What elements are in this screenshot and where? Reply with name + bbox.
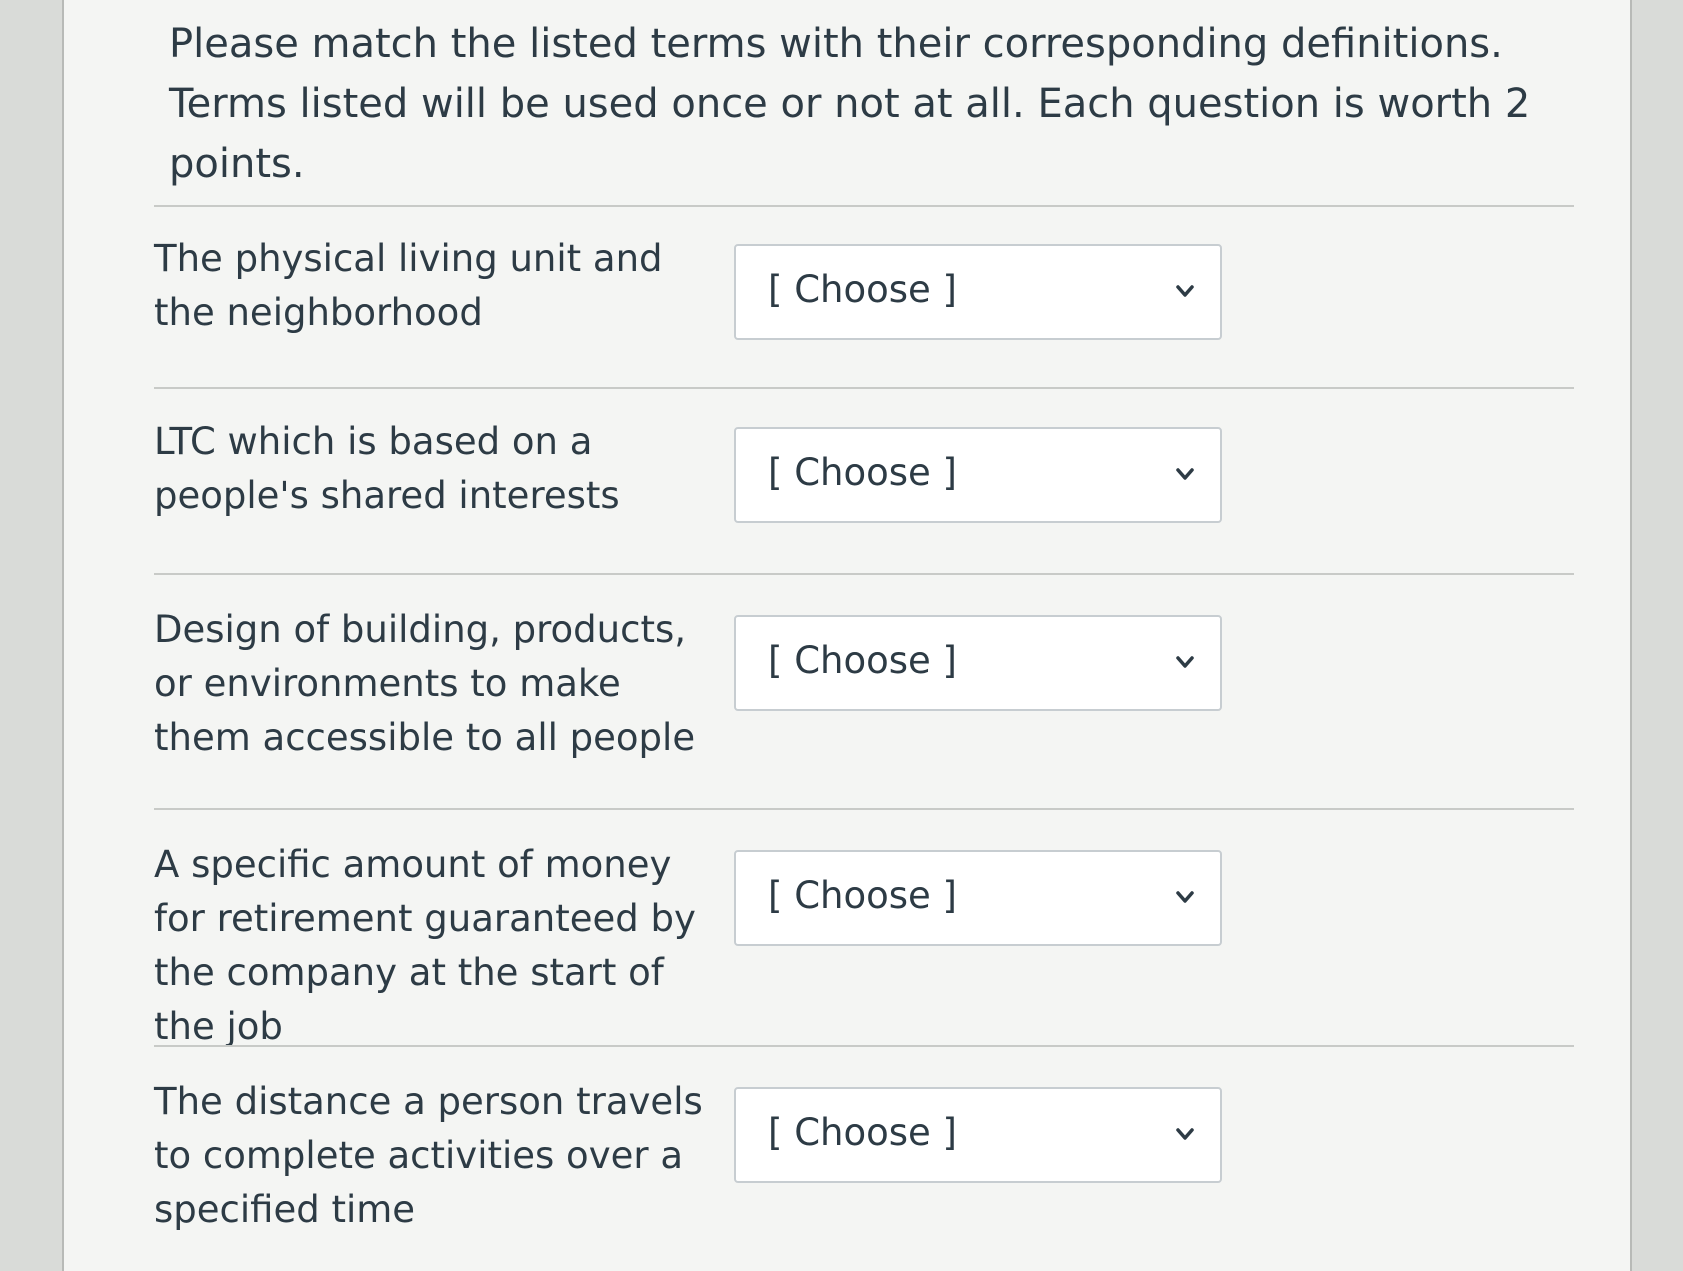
quiz-panel: Please match the listed terms with their… [62,0,1632,1271]
divider [154,205,1574,207]
dropdown-selected-value: [ Choose ] [768,1111,957,1154]
dropdown-selected-value: [ Choose ] [768,268,957,311]
question-prompt: The distance a person travels to complet… [154,1080,703,1231]
question-prompt: LTC which is based on a people's shared … [154,420,620,517]
answer-dropdown[interactable]: [ Choose ] [734,1087,1222,1183]
chevron-down-icon [1176,888,1194,906]
divider [154,387,1574,389]
divider [154,808,1574,810]
quiz-instructions: Please match the listed terms with their… [169,21,1531,187]
answer-dropdown[interactable]: [ Choose ] [734,615,1222,711]
chevron-down-icon [1176,653,1194,671]
dropdown-selected-value: [ Choose ] [768,874,957,917]
chevron-down-icon [1176,1125,1194,1143]
dropdown-selected-value: [ Choose ] [768,451,957,494]
answer-dropdown[interactable]: [ Choose ] [734,244,1222,340]
divider [154,573,1574,575]
question-prompt: Design of building, products, or environ… [154,608,696,759]
dropdown-selected-value: [ Choose ] [768,639,957,682]
answer-dropdown[interactable]: [ Choose ] [734,850,1222,946]
question-prompt: A specific amount of money for retiremen… [154,843,696,1048]
chevron-down-icon [1176,282,1194,300]
chevron-down-icon [1176,465,1194,483]
answer-dropdown[interactable]: [ Choose ] [734,427,1222,523]
divider [154,1045,1574,1047]
question-prompt: The physical living unit and the neighbo… [154,237,663,334]
